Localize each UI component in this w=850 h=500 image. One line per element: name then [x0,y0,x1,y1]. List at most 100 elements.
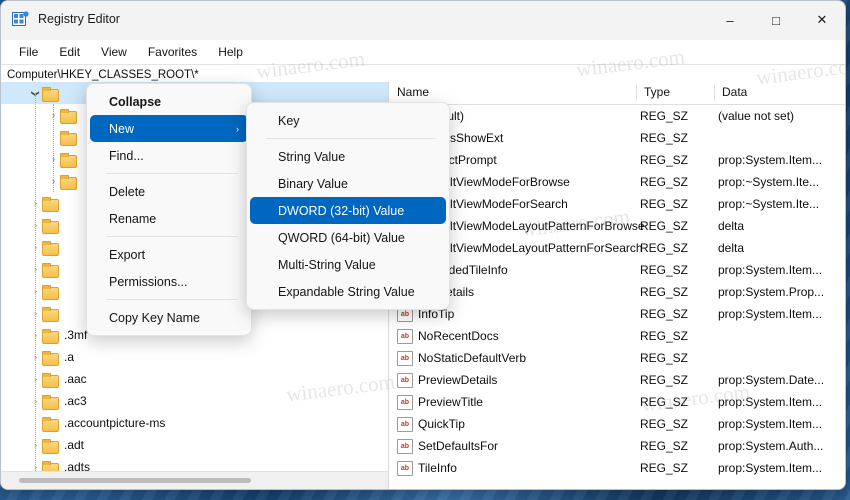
context-menu-item-permissions[interactable]: Permissions... [90,268,248,295]
folder-icon [60,130,77,146]
value-row[interactable]: ab NoRecentDocs REG_SZ [389,325,845,347]
value-row[interactable]: ab(Default)REG_SZ(value not set) [389,105,845,127]
tree-node-label: .adt [64,438,85,452]
column-header-data[interactable]: Data [714,85,747,99]
menu-file[interactable]: File [9,43,48,61]
value-row[interactable]: ab TileInfo REG_SZ prop:System.Item... [389,457,845,479]
menu-view[interactable]: View [91,43,137,61]
value-name-cell: ab QuickTip [397,416,465,432]
folder-icon [42,262,59,278]
context-menu-item-label: Permissions... [109,274,188,289]
submenu-item-label: DWORD (32-bit) Value [278,203,405,218]
context-menu-item-new[interactable]: New › [90,115,248,142]
close-button[interactable]: ✕ [799,1,845,39]
submenu-item-qword-64-bit-value[interactable]: QWORD (64-bit) Value [250,224,446,251]
value-row[interactable]: abAlwaysShowExtREG_SZ [389,127,845,149]
value-data-cell: (value not set) [718,109,795,123]
value-row[interactable]: abFullDetailsREG_SZprop:System.Prop... [389,281,845,303]
context-menu: Collapse New › Find... Delete Rename Export Per… [86,83,252,336]
value-name-cell: ab PreviewTitle [397,394,483,410]
value-name-text: SetDefaultsFor [418,439,499,453]
maximize-button[interactable]: □ [753,1,799,39]
tree-node[interactable]: › .a [1,346,388,368]
submenu-item-dword-32-bit-value[interactable]: DWORD (32-bit) Value [250,197,446,224]
value-name-cell: ab NoStaticDefaultVerb [397,350,526,366]
value-data-cell: prop:System.Auth... [718,439,824,453]
submenu-separator [266,138,436,139]
folder-tab [42,306,51,311]
value-type-cell: REG_SZ [640,307,689,321]
values-list: ab(Default)REG_SZ(value not set)abAlways… [389,105,845,479]
submenu-item-multi-string-value[interactable]: Multi-String Value [250,251,446,278]
folder-tab [42,394,51,399]
tree-node-label: .accountpicture-ms [64,416,166,430]
value-data-cell: prop:~System.Ite... [718,175,820,189]
tree-node[interactable]: ›.accountpicture-ms [1,412,388,434]
value-row[interactable]: abDefaultViewModeLayoutPatternForSearchR… [389,237,845,259]
minimize-button[interactable]: – [707,1,753,39]
chevron-right-icon: › [236,123,239,134]
folder-tab [42,196,51,201]
context-menu-item-export[interactable]: Export [90,241,248,268]
folder-tab [42,328,51,333]
tree-guide-line [53,104,54,192]
value-row[interactable]: abDefaultViewModeForBrowseREG_SZprop:~Sy… [389,171,845,193]
ab-string-icon: ab [397,416,413,432]
value-name-cell: ab SetDefaultsFor [397,438,499,454]
folder-icon [42,284,59,300]
tree-horizontal-scrollbar[interactable] [1,471,388,489]
column-header-type[interactable]: Type [636,85,670,99]
value-name-text: TileInfo [418,461,457,475]
tree-node[interactable]: › .adts [1,456,388,472]
context-menu-item-copy-key-name[interactable]: Copy Key Name [90,304,248,331]
value-row[interactable]: abExtendedTileInfoREG_SZprop:System.Item… [389,259,845,281]
context-menu-item-label: New [109,121,135,136]
context-menu-item-delete[interactable]: Delete [90,178,248,205]
value-row[interactable]: abConflictPromptREG_SZprop:System.Item..… [389,149,845,171]
context-menu-item-label: Copy Key Name [109,310,201,325]
menu-edit[interactable]: Edit [49,43,90,61]
submenu-item-string-value[interactable]: String Value [250,143,446,170]
tree-node[interactable]: › .adt [1,434,388,456]
title-bar: Registry Editor – □ ✕ [1,1,845,40]
submenu-item-label: Expandable String Value [278,284,415,299]
context-menu-item-label: Find... [109,148,144,163]
folder-icon [42,438,59,454]
folder-icon [60,108,77,124]
value-name-cell: ab PreviewDetails [397,372,498,388]
context-menu-item-rename[interactable]: Rename [90,205,248,232]
value-name-text: PreviewDetails [418,373,498,387]
folder-tab [60,174,69,179]
submenu-item-label: String Value [278,149,346,164]
new-submenu: Key String Value Binary Value DWORD (32-bit… [246,102,450,310]
submenu-item-key[interactable]: Key [250,107,446,134]
submenu-item-binary-value[interactable]: Binary Value [250,170,446,197]
folder-icon [42,328,59,344]
tree-scroll-thumb[interactable] [19,478,251,483]
context-menu-item-collapse[interactable]: Collapse [90,88,248,115]
value-data-cell: prop:~System.Ite... [718,197,820,211]
value-row[interactable]: ab PreviewDetails REG_SZ prop:System.Date..… [389,369,845,391]
folder-tab [60,130,69,135]
tree-guide-line [35,203,36,472]
tree-node[interactable]: › .ac3 [1,390,388,412]
value-row[interactable]: ab SetDefaultsFor REG_SZ prop:System.Auth..… [389,435,845,457]
submenu-item-label: Binary Value [278,176,348,191]
value-row[interactable]: ab InfoTip REG_SZ prop:System.Item... [389,303,845,325]
context-menu-item-find[interactable]: Find... [90,142,248,169]
value-row[interactable]: ab NoStaticDefaultVerb REG_SZ [389,347,845,369]
value-row[interactable]: ab QuickTip REG_SZ prop:System.Item... [389,413,845,435]
value-type-cell: REG_SZ [640,197,689,211]
tree-node[interactable]: › .aac [1,368,388,390]
value-row[interactable]: ab PreviewTitle REG_SZ prop:System.Item... [389,391,845,413]
menu-help[interactable]: Help [208,43,253,61]
context-menu-item-label: Rename [109,211,157,226]
value-row[interactable]: abDefaultViewModeForSearchREG_SZprop:~Sy… [389,193,845,215]
folder-tab [42,218,51,223]
menu-favorites[interactable]: Favorites [138,43,207,61]
column-header-name[interactable]: Name [389,85,429,99]
submenu-item-expandable-string-value[interactable]: Expandable String Value [250,278,446,305]
folder-tab [42,460,51,465]
value-name-text: DefaultViewModeLayoutPatternForSearch [418,241,643,255]
value-row[interactable]: abDefaultViewModeLayoutPatternForBrowseR… [389,215,845,237]
